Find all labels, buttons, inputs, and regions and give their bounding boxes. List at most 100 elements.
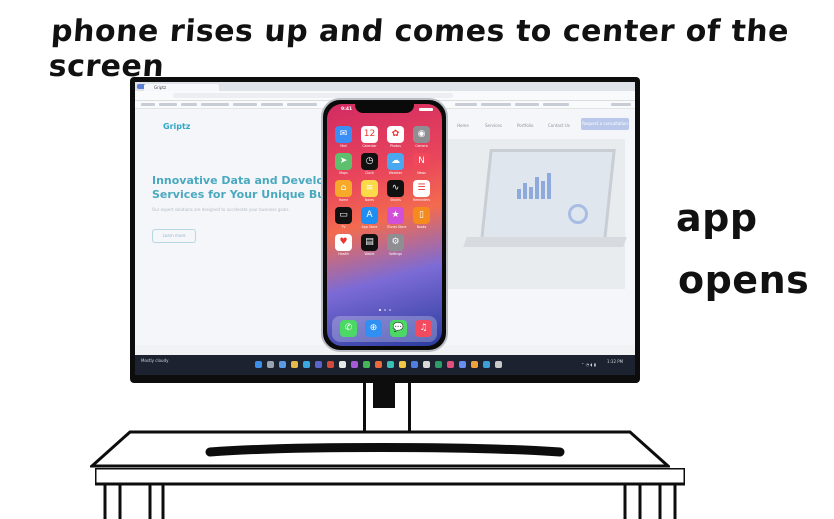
- app-label: Health: [338, 252, 349, 256]
- app-app-store[interactable]: A App Store: [361, 207, 378, 229]
- system-tray[interactable]: ⌃ ◔ ◖ ▮: [581, 362, 596, 367]
- nav-link-home[interactable]: Home: [457, 123, 469, 128]
- mail-icon: ✉: [335, 126, 352, 143]
- chrome-icon[interactable]: [339, 361, 346, 368]
- app-notes[interactable]: ≡ Notes: [361, 180, 378, 202]
- browser-tab-strip: Griptz: [135, 82, 635, 91]
- app-reminders[interactable]: ☰ Reminders: [413, 180, 430, 202]
- app-icon[interactable]: [423, 361, 430, 368]
- app-label: TV: [341, 225, 346, 229]
- app-icon[interactable]: [495, 361, 502, 368]
- news-icon: N: [413, 153, 430, 170]
- app-label: Maps: [339, 171, 348, 175]
- bookmark-item[interactable]: [261, 103, 283, 106]
- app-label: iTunes Store: [387, 225, 407, 229]
- app-stocks[interactable]: ∿ Stocks: [387, 180, 404, 202]
- app-label: Settings: [388, 252, 403, 256]
- bookmark-item[interactable]: [287, 103, 317, 106]
- app-mail[interactable]: ✉ Mail: [335, 126, 352, 148]
- app-books[interactable]: ▯ Books: [413, 207, 430, 229]
- bookmark-item[interactable]: [159, 103, 177, 106]
- calendar-icon: 12: [361, 126, 378, 143]
- iphone-home-screen: 9:41 ✉ Mail 12 Calendar ✿ Photos ◉ Camera ➤ Maps ◷…: [327, 104, 442, 346]
- nav-link-contact[interactable]: Contact Us: [548, 123, 570, 128]
- bookmark-item[interactable]: [181, 103, 197, 106]
- app-icon[interactable]: [483, 361, 490, 368]
- app-wallet[interactable]: ▤ Wallet: [361, 234, 378, 256]
- taskbar: Mostly cloudy ⌃ ◔ ◖ ▮ 1:32 PM: [135, 355, 635, 375]
- app-icon[interactable]: [387, 361, 394, 368]
- app-icon[interactable]: [351, 361, 358, 368]
- app-camera[interactable]: ◉ Camera: [413, 126, 430, 148]
- app-label: Photos: [390, 144, 401, 148]
- app-photos[interactable]: ✿ Photos: [387, 126, 404, 148]
- app-label: Calendar: [362, 144, 377, 148]
- edge-icon[interactable]: [303, 361, 310, 368]
- messages-icon[interactable]: 💬: [390, 320, 407, 337]
- app-label: Home: [338, 198, 349, 202]
- app-itunes-store[interactable]: ★ iTunes Store: [387, 207, 407, 229]
- nav-link-portfolio[interactable]: Portfolio: [517, 123, 533, 128]
- safari-icon[interactable]: ⊕: [365, 320, 382, 337]
- iphone[interactable]: 9:41 ✉ Mail 12 Calendar ✿ Photos ◉ Camera ➤ Maps ◷…: [321, 98, 448, 352]
- site-logo[interactable]: Griptz: [163, 122, 190, 131]
- app-icon[interactable]: [399, 361, 406, 368]
- bookmark-item[interactable]: [543, 103, 569, 106]
- app-icon[interactable]: [375, 361, 382, 368]
- app-news[interactable]: N News: [413, 153, 430, 175]
- hero-subtitle: Our expert solutions are designed to acc…: [152, 207, 290, 212]
- phone-notch: [355, 104, 414, 113]
- search-icon[interactable]: [267, 361, 274, 368]
- app-icon[interactable]: [363, 361, 370, 368]
- app-icon[interactable]: [459, 361, 466, 368]
- app-icon[interactable]: [447, 361, 454, 368]
- app-label: Camera: [415, 144, 428, 148]
- desk-legs: [95, 468, 685, 519]
- clock-icon: ◷: [361, 153, 378, 170]
- status-time: 9:41: [341, 107, 353, 112]
- bookmark-item[interactable]: [455, 103, 477, 106]
- app-icon[interactable]: [435, 361, 442, 368]
- taskview-icon[interactable]: [279, 361, 286, 368]
- bookmark-item[interactable]: [201, 103, 229, 106]
- photos-icon: ✿: [387, 126, 404, 143]
- phone-dock: ✆ ⊕ 💬 ♫: [332, 316, 437, 342]
- app-maps[interactable]: ➤ Maps: [335, 153, 352, 175]
- laptop-donut-chart: [568, 204, 588, 224]
- consultation-button[interactable]: Request a consultation: [581, 118, 629, 130]
- browser-tab[interactable]: Griptz: [144, 84, 219, 91]
- app-clock[interactable]: ◷ Clock: [361, 153, 378, 175]
- weather-widget[interactable]: Mostly cloudy: [141, 358, 169, 363]
- battery-icon: [419, 108, 433, 111]
- nav-link-services[interactable]: Services: [485, 123, 502, 128]
- bookmark-item[interactable]: [611, 103, 631, 106]
- app-home[interactable]: ⌂ Home: [335, 180, 352, 202]
- bookmark-item[interactable]: [233, 103, 257, 106]
- app-icon[interactable]: [411, 361, 418, 368]
- bookmark-item[interactable]: [141, 103, 155, 106]
- app-weather[interactable]: ☁ Weather: [387, 153, 404, 175]
- app-settings[interactable]: ⚙ Settings: [387, 234, 404, 256]
- app-calendar[interactable]: 12 Calendar: [361, 126, 378, 148]
- app-tv[interactable]: ▭ TV: [335, 207, 352, 229]
- bookmark-item[interactable]: [481, 103, 511, 106]
- hero-title-line2: Services for Your Unique Busin: [152, 188, 344, 201]
- office-icon[interactable]: [327, 361, 334, 368]
- health-icon: ♥: [335, 234, 352, 251]
- explorer-icon[interactable]: [291, 361, 298, 368]
- hero-cta-button[interactable]: Learn more: [152, 229, 196, 243]
- app-health[interactable]: ♥ Health: [335, 234, 352, 256]
- itunes-store-icon: ★: [387, 207, 404, 224]
- taskbar-clock[interactable]: 1:32 PM: [607, 359, 623, 364]
- teams-icon[interactable]: [315, 361, 322, 368]
- bookmark-item[interactable]: [515, 103, 539, 106]
- books-icon: ▯: [413, 207, 430, 224]
- headline-caption: phone rises up and comes to center of th…: [47, 14, 791, 84]
- windows-start-icon[interactable]: [255, 361, 262, 368]
- app-label: Weather: [388, 171, 403, 175]
- app-label: Books: [416, 225, 427, 229]
- side-caption-app: app: [676, 196, 758, 240]
- music-icon[interactable]: ♫: [415, 320, 432, 337]
- app-icon[interactable]: [471, 361, 478, 368]
- phone-icon[interactable]: ✆: [340, 320, 357, 337]
